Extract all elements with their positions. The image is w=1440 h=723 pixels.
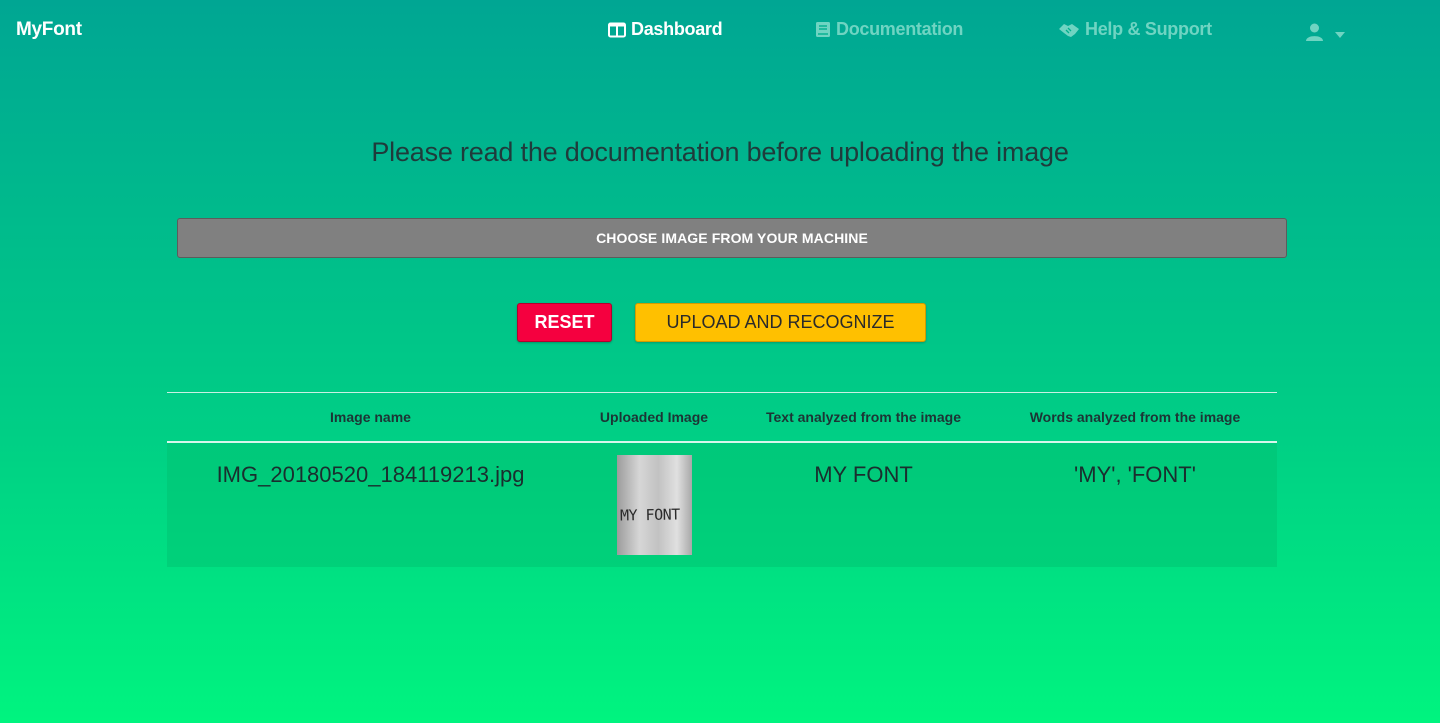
- user-icon: [1305, 23, 1324, 41]
- book-icon: [815, 21, 831, 38]
- caret-down-icon: [1335, 22, 1345, 43]
- header-words-analyzed: Words analyzed from the image: [993, 392, 1277, 443]
- columns-icon: [608, 22, 626, 38]
- user-menu-dropdown[interactable]: [1305, 20, 1345, 43]
- table-header-row: Image name Uploaded Image Text analyzed …: [167, 392, 1277, 443]
- brand-logo[interactable]: MyFont: [16, 19, 82, 41]
- upload-and-recognize-button[interactable]: UPLOAD AND RECOGNIZE: [635, 303, 926, 342]
- reset-button[interactable]: RESET: [517, 303, 612, 342]
- nav-help-support-label: Help & Support: [1085, 19, 1212, 39]
- nav-help-support[interactable]: Help & Support: [1058, 19, 1212, 40]
- results-table: Image name Uploaded Image Text analyzed …: [167, 392, 1277, 567]
- header-uploaded-image: Uploaded Image: [574, 392, 734, 443]
- nav-documentation[interactable]: Documentation: [815, 19, 963, 40]
- cell-image-name: IMG_20180520_184119213.jpg: [167, 441, 574, 567]
- page-headline: Please read the documentation before upl…: [371, 137, 1069, 167]
- choose-image-button[interactable]: CHOOSE IMAGE FROM YOUR MACHINE: [177, 218, 1287, 258]
- cell-uploaded-image: MY FONT: [574, 441, 734, 567]
- uploaded-image-thumbnail[interactable]: MY FONT: [616, 454, 692, 555]
- handshake-icon: [1058, 22, 1080, 38]
- table-row: IMG_20180520_184119213.jpg MY FONT MY FO…: [167, 441, 1277, 567]
- thumbnail-handwritten-text: MY FONT: [619, 504, 680, 525]
- header-text-analyzed: Text analyzed from the image: [734, 392, 993, 443]
- nav-dashboard[interactable]: Dashboard: [608, 19, 723, 40]
- nav-documentation-label: Documentation: [836, 19, 964, 39]
- top-navbar: MyFont Dashboard Documentation Help & Su…: [0, 0, 1440, 62]
- nav-dashboard-label: Dashboard: [631, 19, 723, 39]
- cell-text-analyzed: MY FONT: [734, 441, 993, 567]
- header-image-name: Image name: [167, 392, 574, 443]
- cell-words-analyzed: 'MY', 'FONT': [993, 441, 1277, 567]
